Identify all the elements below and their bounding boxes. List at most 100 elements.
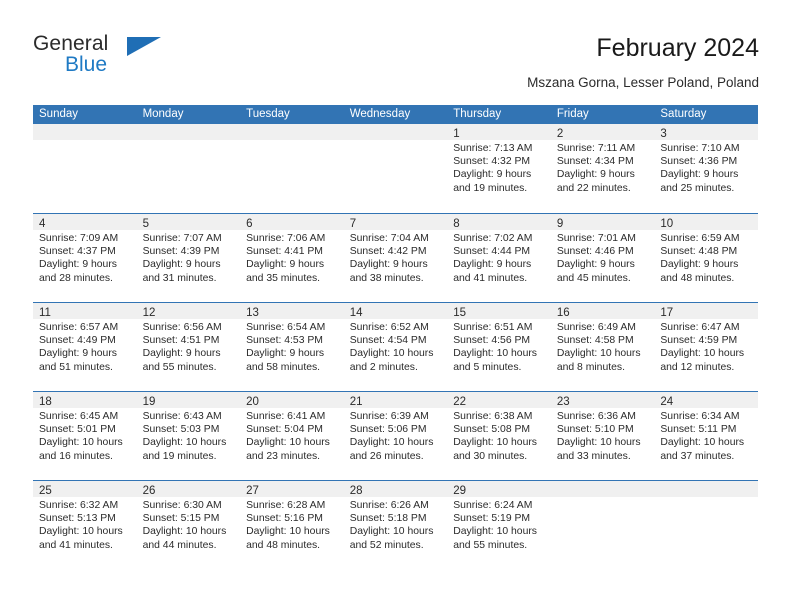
calendar-day-cell[interactable]: 23 Sunrise: 6:36 AM Sunset: 5:10 PM Dayligh… bbox=[550, 392, 655, 480]
calendar-day-cell[interactable]: 8 Sunrise: 7:02 AM Sunset: 4:44 PM Daylight… bbox=[447, 214, 551, 302]
page-header: General Blue February 2024 Mszana Gorna,… bbox=[33, 32, 759, 94]
sunset-text: Sunset: 5:01 PM bbox=[39, 424, 116, 436]
calendar-day-cell[interactable]: 26 Sunrise: 6:30 AM Sunset: 5:15 PM Dayligh… bbox=[136, 481, 241, 569]
day-sun-info: Sunrise: 6:36 AM Sunset: 5:10 PM Daylight:… bbox=[551, 408, 655, 463]
day-sun-info: Sunrise: 6:54 AM Sunset: 4:53 PM Daylight:… bbox=[240, 319, 344, 374]
calendar-day-cell[interactable]: 27 Sunrise: 6:28 AM Sunset: 5:16 PM Dayligh… bbox=[240, 481, 344, 569]
daylight-text-line1: Daylight: 9 hours bbox=[39, 348, 117, 360]
day-number: 19 bbox=[142, 396, 156, 408]
day-number: 28 bbox=[349, 485, 363, 497]
day-number-band: 16 bbox=[550, 303, 655, 319]
daylight-text-line2: and 52 minutes. bbox=[349, 539, 424, 551]
day-number: 16 bbox=[556, 307, 570, 319]
calendar-day-cell-empty bbox=[343, 124, 448, 213]
sunrise-text: Sunrise: 6:59 AM bbox=[660, 233, 740, 244]
calendar-day-cell[interactable]: 28 Sunrise: 6:26 AM Sunset: 5:18 PM Dayligh… bbox=[343, 481, 448, 569]
daylight-text-line1: Daylight: 10 hours bbox=[246, 437, 330, 449]
sunset-text: Sunset: 5:16 PM bbox=[246, 513, 323, 525]
calendar-day-cell-empty bbox=[136, 124, 241, 213]
calendar-day-cell[interactable]: 11 Sunrise: 6:57 AM Sunset: 4:49 PM Dayligh… bbox=[33, 303, 137, 391]
calendar-day-cell[interactable]: 16 Sunrise: 6:49 AM Sunset: 4:58 PM Dayligh… bbox=[550, 303, 655, 391]
sunrise-text: Sunrise: 6:41 AM bbox=[246, 411, 326, 422]
day-number: 1 bbox=[453, 128, 460, 140]
daylight-text-line2: and 58 minutes. bbox=[246, 361, 321, 373]
sunrise-text: Sunrise: 6:57 AM bbox=[39, 322, 119, 333]
day-number: 17 bbox=[660, 307, 674, 319]
calendar-day-cell[interactable]: 6 Sunrise: 7:06 AM Sunset: 4:41 PM Daylight… bbox=[240, 214, 344, 302]
daylight-text-line2: and 48 minutes. bbox=[246, 539, 321, 551]
calendar-day-cell[interactable]: 13 Sunrise: 6:54 AM Sunset: 4:53 PM Dayligh… bbox=[240, 303, 344, 391]
calendar-day-cell-empty bbox=[33, 124, 137, 213]
sunset-text: Sunset: 4:51 PM bbox=[142, 335, 220, 347]
day-number: 14 bbox=[349, 307, 363, 319]
day-number-band: 18 bbox=[33, 392, 137, 408]
calendar-day-cell[interactable]: 14 Sunrise: 6:52 AM Sunset: 4:54 PM Dayligh… bbox=[343, 303, 448, 391]
calendar-day-cell[interactable]: 1 Sunrise: 7:13 AM Sunset: 4:32 PM Daylight… bbox=[447, 124, 551, 213]
calendar-day-cell[interactable]: 24 Sunrise: 6:34 AM Sunset: 5:11 PM Dayligh… bbox=[654, 392, 758, 480]
calendar-day-cell[interactable]: 21 Sunrise: 6:39 AM Sunset: 5:06 PM Dayligh… bbox=[343, 392, 448, 480]
calendar-day-cell[interactable]: 20 Sunrise: 6:41 AM Sunset: 5:04 PM Dayligh… bbox=[240, 392, 344, 480]
calendar-day-cell-empty bbox=[240, 124, 344, 213]
day-sun-info: Sunrise: 7:11 AM Sunset: 4:34 PM Daylight:… bbox=[551, 140, 655, 195]
calendar-week-row: 1 Sunrise: 7:13 AM Sunset: 4:32 PM Daylight… bbox=[33, 124, 758, 213]
sunset-text: Sunset: 4:34 PM bbox=[556, 156, 634, 168]
day-sun-info: Sunrise: 6:51 AM Sunset: 4:56 PM Daylight:… bbox=[447, 319, 551, 374]
day-number-band: 23 bbox=[550, 392, 655, 408]
daylight-text-line1: Daylight: 9 hours bbox=[453, 169, 532, 181]
day-sun-info: Sunrise: 6:47 AM Sunset: 4:59 PM Daylight:… bbox=[654, 319, 758, 374]
daylight-text-line2: and 28 minutes. bbox=[39, 272, 113, 284]
calendar-day-cell[interactable]: 18 Sunrise: 6:45 AM Sunset: 5:01 PM Dayligh… bbox=[33, 392, 137, 480]
sunrise-text: Sunrise: 6:30 AM bbox=[142, 500, 222, 511]
daylight-text-line2: and 33 minutes. bbox=[556, 450, 631, 462]
daylight-text-line2: and 5 minutes. bbox=[453, 361, 522, 373]
calendar-day-cell[interactable]: 3 Sunrise: 7:10 AM Sunset: 4:36 PM Daylight… bbox=[654, 124, 758, 213]
calendar-day-cell[interactable]: 2 Sunrise: 7:11 AM Sunset: 4:34 PM Daylight… bbox=[550, 124, 655, 213]
calendar-week-row: 18 Sunrise: 6:45 AM Sunset: 5:01 PM Dayligh… bbox=[33, 391, 758, 480]
daylight-text-line1: Daylight: 10 hours bbox=[660, 437, 745, 449]
day-sun-info: Sunrise: 6:38 AM Sunset: 5:08 PM Daylight:… bbox=[447, 408, 551, 463]
daylight-text-line1: Daylight: 9 hours bbox=[556, 259, 635, 271]
sunset-text: Sunset: 4:58 PM bbox=[556, 335, 634, 347]
daylight-text-line2: and 2 minutes. bbox=[349, 361, 418, 373]
calendar-day-cell[interactable]: 19 Sunrise: 6:43 AM Sunset: 5:03 PM Dayligh… bbox=[136, 392, 241, 480]
calendar-day-cell[interactable]: 12 Sunrise: 6:56 AM Sunset: 4:51 PM Dayligh… bbox=[136, 303, 241, 391]
sunset-text: Sunset: 4:48 PM bbox=[660, 246, 738, 258]
calendar-day-cell[interactable]: 29 Sunrise: 6:24 AM Sunset: 5:19 PM Dayligh… bbox=[447, 481, 551, 569]
day-number-band bbox=[240, 124, 344, 140]
calendar-day-cell[interactable]: 25 Sunrise: 6:32 AM Sunset: 5:13 PM Dayligh… bbox=[33, 481, 137, 569]
day-number: 20 bbox=[246, 396, 259, 408]
daylight-text-line1: Daylight: 10 hours bbox=[660, 348, 745, 360]
sunset-text: Sunset: 5:04 PM bbox=[246, 424, 323, 436]
sunrise-text: Sunrise: 7:04 AM bbox=[349, 233, 429, 244]
day-number: 10 bbox=[660, 218, 674, 230]
calendar-week-row: 25 Sunrise: 6:32 AM Sunset: 5:13 PM Dayligh… bbox=[33, 480, 758, 569]
day-sun-info: Sunrise: 6:32 AM Sunset: 5:13 PM Daylight:… bbox=[33, 497, 137, 552]
daylight-text-line1: Daylight: 9 hours bbox=[246, 348, 325, 360]
day-sun-info: Sunrise: 6:28 AM Sunset: 5:16 PM Daylight:… bbox=[240, 497, 344, 552]
day-number-band: 3 bbox=[654, 124, 758, 140]
calendar-day-cell[interactable]: 17 Sunrise: 6:47 AM Sunset: 4:59 PM Dayligh… bbox=[654, 303, 758, 391]
day-number-band bbox=[33, 124, 137, 140]
day-number-band: 15 bbox=[447, 303, 551, 319]
daylight-text-line2: and 35 minutes. bbox=[246, 272, 321, 284]
day-number: 2 bbox=[556, 128, 564, 140]
day-number: 23 bbox=[556, 396, 570, 408]
sunset-text: Sunset: 5:10 PM bbox=[556, 424, 634, 436]
calendar-day-cell[interactable]: 7 Sunrise: 7:04 AM Sunset: 4:42 PM Daylight… bbox=[343, 214, 448, 302]
day-number-band: 27 bbox=[240, 481, 344, 497]
sunrise-text: Sunrise: 6:54 AM bbox=[246, 322, 326, 333]
day-number-band: 25 bbox=[33, 481, 137, 497]
calendar-day-cell[interactable]: 10 Sunrise: 6:59 AM Sunset: 4:48 PM Dayligh… bbox=[654, 214, 758, 302]
calendar-day-cell[interactable]: 22 Sunrise: 6:38 AM Sunset: 5:08 PM Dayligh… bbox=[447, 392, 551, 480]
daylight-text-line1: Daylight: 9 hours bbox=[142, 259, 221, 271]
day-sun-info: Sunrise: 7:04 AM Sunset: 4:42 PM Daylight:… bbox=[344, 230, 448, 285]
calendar-day-cell[interactable]: 5 Sunrise: 7:07 AM Sunset: 4:39 PM Daylight… bbox=[136, 214, 241, 302]
day-sun-info: Sunrise: 6:26 AM Sunset: 5:18 PM Daylight:… bbox=[344, 497, 448, 552]
daylight-text-line2: and 19 minutes. bbox=[453, 182, 528, 194]
general-blue-logo[interactable]: General Blue bbox=[33, 32, 253, 88]
day-number-band: 6 bbox=[240, 214, 344, 230]
calendar-day-cell[interactable]: 15 Sunrise: 6:51 AM Sunset: 4:56 PM Dayligh… bbox=[447, 303, 551, 391]
calendar-day-cell[interactable]: 9 Sunrise: 7:01 AM Sunset: 4:46 PM Daylight… bbox=[550, 214, 655, 302]
calendar-day-cell[interactable]: 4 Sunrise: 7:09 AM Sunset: 4:37 PM Daylight… bbox=[33, 214, 137, 302]
sunset-text: Sunset: 4:41 PM bbox=[246, 246, 323, 258]
